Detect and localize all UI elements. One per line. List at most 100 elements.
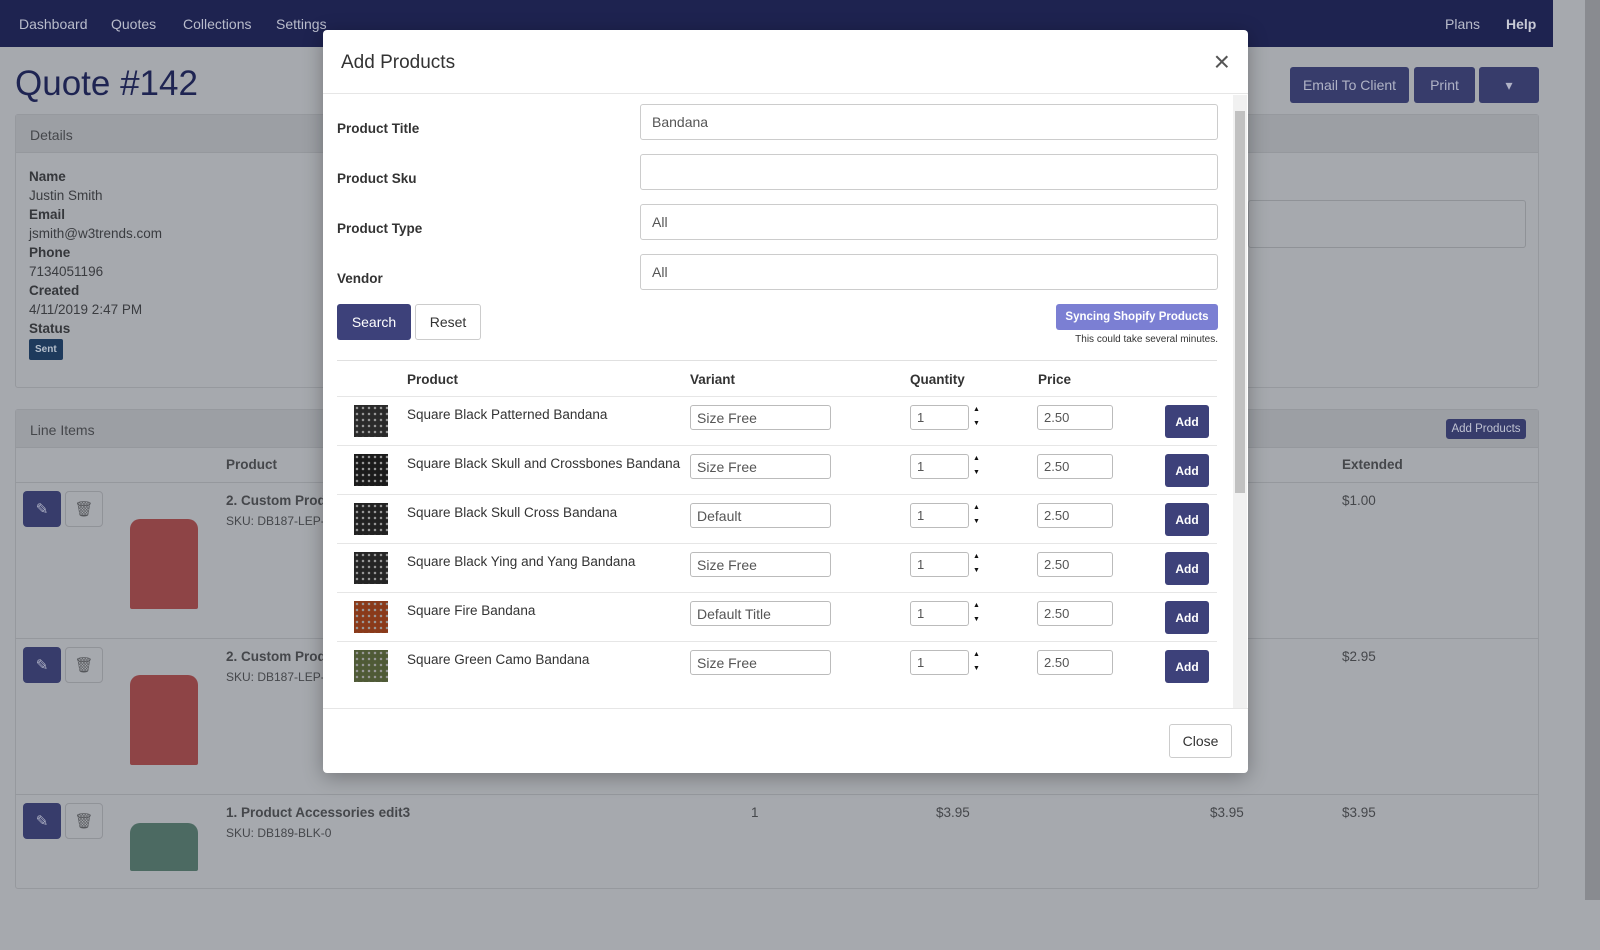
add-product-button[interactable]: Add xyxy=(1165,454,1209,487)
close-button[interactable]: Close xyxy=(1169,724,1232,758)
product-name: Square Black Patterned Bandana xyxy=(407,407,608,422)
search-button[interactable]: Search xyxy=(337,304,411,340)
nav-quotes[interactable]: Quotes xyxy=(111,16,156,32)
product-row: Square Green Camo Bandana Size Free 1 ▲ ▼ 2.5… xyxy=(337,641,1217,690)
price-input[interactable]: 2.50 xyxy=(1037,405,1113,430)
add-product-button[interactable]: Add xyxy=(1165,405,1209,438)
product-name: Square Black Skull and Crossbones Bandan… xyxy=(407,456,681,471)
phone-value: 7134051196 xyxy=(29,264,104,279)
field-input[interactable]: Bandana xyxy=(640,104,1218,140)
product-name: Square Black Ying and Yang Bandana xyxy=(407,554,636,569)
notes-textarea[interactable] xyxy=(1248,200,1526,248)
add-products-modal: Add Products × Product Title Bandana Produ… xyxy=(323,30,1248,773)
col-extended: Extended xyxy=(1342,457,1403,472)
product-row: Square Black Ying and Yang Bandana Size F… xyxy=(337,543,1217,592)
name-value: Justin Smith xyxy=(29,188,103,203)
product-thumbnail xyxy=(354,601,388,633)
page-title: Quote #142 xyxy=(15,64,198,103)
nav-settings[interactable]: Settings xyxy=(276,16,327,32)
product-row: Square Fire Bandana Default Title 1 ▲ ▼ 2.50 A… xyxy=(337,592,1217,641)
field-input[interactable]: All xyxy=(640,254,1218,290)
nav-collections[interactable]: Collections xyxy=(183,16,251,32)
modal-title: Add Products xyxy=(323,30,1248,94)
add-products-button[interactable]: Add Products xyxy=(1446,419,1526,439)
edit-icon[interactable]: ✎ xyxy=(23,647,61,683)
quantity-input[interactable]: 1 xyxy=(910,601,969,626)
variant-field[interactable]: Size Free xyxy=(690,454,831,479)
modal-scrollbar[interactable] xyxy=(1233,95,1247,709)
quantity-stepper[interactable]: ▲ ▼ xyxy=(973,599,980,627)
quantity-stepper[interactable]: ▲ ▼ xyxy=(973,550,980,578)
email-to-client-button[interactable]: Email To Client xyxy=(1290,67,1409,103)
product-thumbnail xyxy=(354,552,388,584)
variant-field[interactable]: Size Free xyxy=(690,405,831,430)
variant-field[interactable]: Size Free xyxy=(690,650,831,675)
email-label: Email xyxy=(29,207,66,222)
col-quantity-header: Quantity xyxy=(910,372,965,387)
field-label: Product Type xyxy=(337,221,423,236)
name-label: Name xyxy=(29,169,66,184)
nav-help[interactable]: Help xyxy=(1506,16,1536,32)
product-thumbnail xyxy=(354,650,388,682)
trash-icon[interactable]: 🗑 xyxy=(65,491,103,527)
line-item-title: 2. Custom Prod xyxy=(226,649,326,664)
phone-label: Phone xyxy=(29,245,71,260)
email-value: jsmith@w3trends.com xyxy=(29,226,162,241)
reset-button[interactable]: Reset xyxy=(415,304,481,340)
syncing-shopify-button[interactable]: Syncing Shopify Products xyxy=(1056,304,1218,330)
field-label: Product Sku xyxy=(337,171,417,186)
status-badge: Sent xyxy=(29,339,63,360)
add-product-button[interactable]: Add xyxy=(1165,650,1209,683)
close-icon[interactable]: × xyxy=(1214,48,1230,76)
line-item-sku: SKU: DB187-LEP-0 xyxy=(226,670,332,684)
nav-dashboard[interactable]: Dashboard xyxy=(19,16,88,32)
col-variant-header: Variant xyxy=(690,372,736,387)
price-input[interactable]: 2.50 xyxy=(1037,454,1113,479)
variant-field[interactable]: Size Free xyxy=(690,552,831,577)
more-dropdown-button[interactable]: ▾ xyxy=(1479,67,1539,103)
trash-icon[interactable]: 🗑 xyxy=(65,803,103,839)
edit-icon[interactable]: ✎ xyxy=(23,803,61,839)
line-item-extended: $3.95 xyxy=(1342,805,1376,820)
variant-field[interactable]: Default xyxy=(690,503,831,528)
quantity-input[interactable]: 1 xyxy=(910,454,969,479)
edit-icon[interactable]: ✎ xyxy=(23,491,61,527)
variant-field[interactable]: Default Title xyxy=(690,601,831,626)
quantity-stepper[interactable]: ▲ ▼ xyxy=(973,648,980,676)
details-list: Name Justin Smith Email jsmith@w3trends.co… xyxy=(29,167,162,360)
add-product-button[interactable]: Add xyxy=(1165,601,1209,634)
price-input[interactable]: 2.50 xyxy=(1037,601,1113,626)
product-image xyxy=(130,519,198,609)
product-thumbnail xyxy=(354,503,388,535)
line-item-sku: SKU: DB187-LEP-0 xyxy=(226,514,332,528)
line-item-extended: $1.00 xyxy=(1342,493,1376,508)
quantity-input[interactable]: 1 xyxy=(910,552,969,577)
page-scrollbar[interactable] xyxy=(1585,0,1600,900)
price-input[interactable]: 2.50 xyxy=(1037,503,1113,528)
price-input[interactable]: 2.50 xyxy=(1037,552,1113,577)
quantity-stepper[interactable]: ▲ ▼ xyxy=(973,452,980,480)
quantity-input[interactable]: 1 xyxy=(910,503,969,528)
print-button[interactable]: Print xyxy=(1414,67,1475,103)
line-item-qty: 1 xyxy=(751,805,759,820)
add-product-button[interactable]: Add xyxy=(1165,503,1209,536)
product-row: Square Black Skull and Crossbones Bandan… xyxy=(337,445,1217,494)
quantity-stepper[interactable]: ▲ ▼ xyxy=(973,403,980,431)
col-price-header: Price xyxy=(1038,372,1072,387)
nav-plans[interactable]: Plans xyxy=(1445,16,1480,32)
price-input[interactable]: 2.50 xyxy=(1037,650,1113,675)
created-value: 4/11/2019 2:47 PM xyxy=(29,302,143,317)
quantity-stepper[interactable]: ▲ ▼ xyxy=(973,501,980,529)
field-label: Vendor xyxy=(337,271,383,286)
field-label: Product Title xyxy=(337,121,420,136)
trash-icon[interactable]: 🗑 xyxy=(65,647,103,683)
product-name: Square Black Skull Cross Bandana xyxy=(407,505,618,520)
add-product-button[interactable]: Add xyxy=(1165,552,1209,585)
field-input[interactable] xyxy=(640,154,1218,190)
created-label: Created xyxy=(29,283,80,298)
quantity-input[interactable]: 1 xyxy=(910,650,969,675)
quantity-input[interactable]: 1 xyxy=(910,405,969,430)
field-input[interactable]: All xyxy=(640,204,1218,240)
line-item-title: 2. Custom Prod xyxy=(226,493,326,508)
scrollbar-thumb[interactable] xyxy=(1235,111,1245,493)
